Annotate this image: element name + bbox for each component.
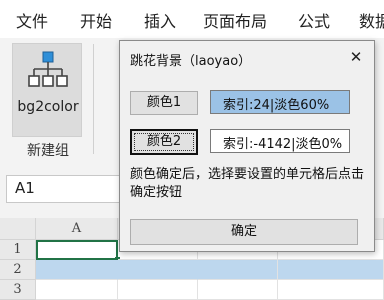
cell-a2[interactable] — [36, 260, 118, 280]
close-icon[interactable]: ✕ — [346, 47, 366, 67]
tab-file[interactable]: 文件 — [16, 8, 48, 32]
color2-value-field: 索引:-4142|淡色0% — [210, 129, 350, 153]
ribbon-tab-bar: 文件 开始 插入 页面布局 公式 数据 — [0, 0, 384, 39]
row-header-2[interactable]: 2 — [0, 260, 36, 280]
dialog-title: 跳花背景（laoyao） — [130, 54, 252, 69]
tab-insert[interactable]: 插入 — [144, 8, 176, 32]
row-header-3[interactable]: 3 — [0, 280, 36, 300]
name-box[interactable]: A1 — [6, 175, 130, 203]
color1-button[interactable]: 颜色1 — [130, 91, 198, 115]
tab-formulas[interactable]: 公式 — [298, 8, 330, 32]
row-header-1[interactable]: 1 — [0, 240, 36, 260]
ok-button[interactable]: 确定 — [130, 219, 358, 245]
color2-button[interactable]: 颜色2 — [130, 129, 198, 155]
cell[interactable] — [278, 280, 384, 300]
select-all-corner[interactable] — [0, 218, 36, 240]
cell-a1-selected[interactable] — [36, 240, 118, 260]
bg2color-button[interactable]: bg2color — [12, 43, 82, 137]
cell[interactable] — [118, 260, 198, 280]
cell[interactable] — [278, 260, 384, 280]
tab-data[interactable]: 数据 — [359, 8, 384, 32]
org-chart-icon — [28, 51, 68, 87]
focus-ring — [134, 133, 194, 151]
instruction-text: 颜色确定后，选择要设置的单元格后点击确定按钮 — [130, 167, 365, 200]
column-header-a[interactable]: A — [36, 218, 118, 240]
group-label: 新建组 — [27, 143, 69, 159]
cell[interactable] — [198, 260, 278, 280]
bg2color-label: bg2color — [17, 99, 79, 115]
jump-background-dialog: 跳花背景（laoyao） ✕ 颜色1 索引:24|淡色60% 颜色2 索引:-4… — [119, 40, 375, 252]
tab-home[interactable]: 开始 — [80, 8, 112, 32]
color1-value-field: 索引:24|淡色60% — [210, 90, 350, 114]
tab-page-layout[interactable]: 页面布局 — [203, 8, 267, 32]
group-separator — [93, 44, 94, 154]
cell[interactable] — [118, 280, 198, 300]
cell[interactable] — [198, 280, 278, 300]
cell[interactable] — [36, 280, 118, 300]
